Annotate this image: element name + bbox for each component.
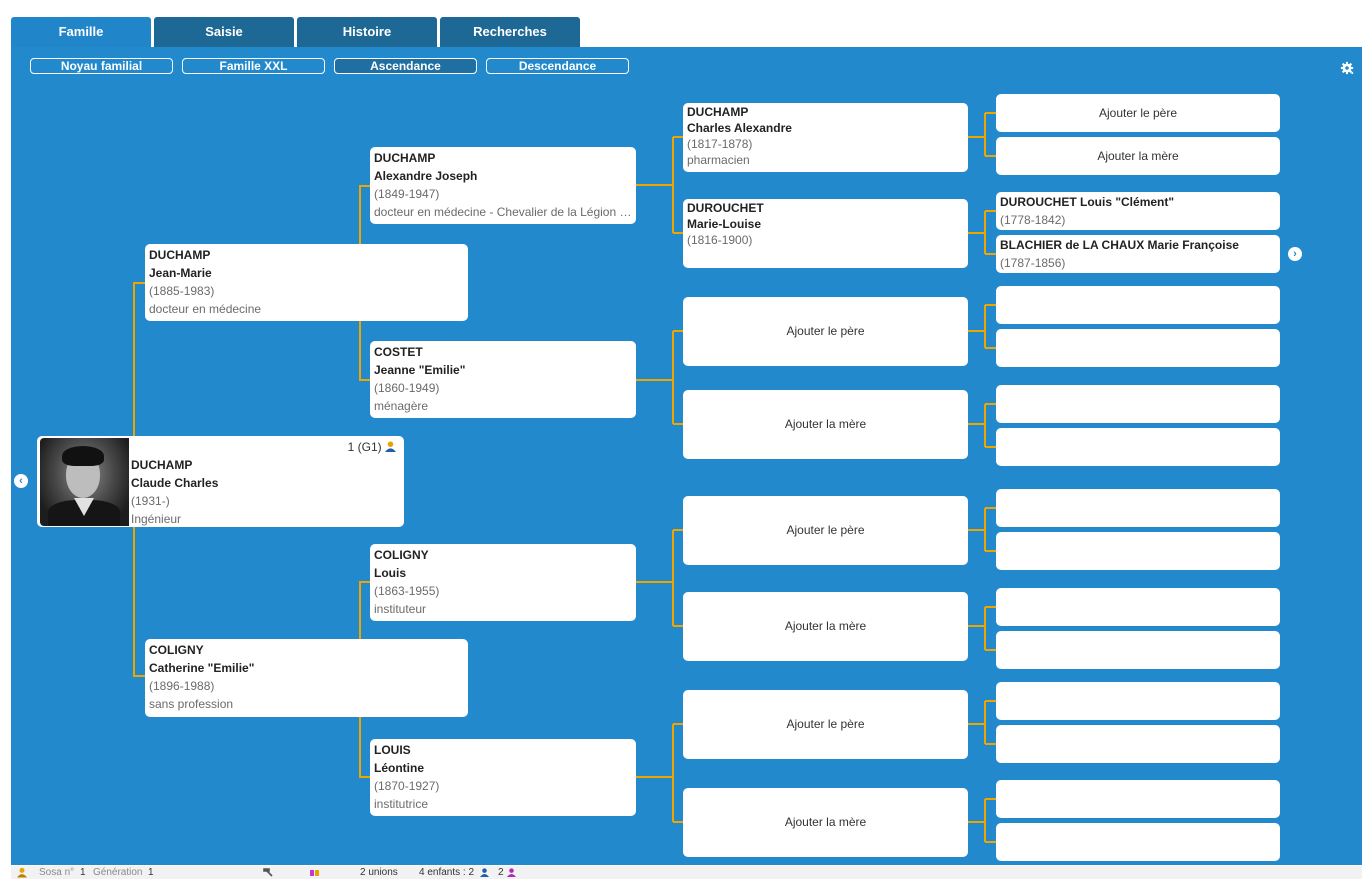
generation-value: 1 (148, 867, 154, 878)
add-father-button[interactable]: Ajouter le père (683, 690, 968, 759)
person-occupation: instituteur (374, 602, 427, 616)
status-bar: Sosa n° 1 Génération 1 2 unions 4 enfant… (11, 866, 1362, 879)
add-father-button[interactable]: Ajouter le père (683, 496, 968, 565)
empty-ancestor-slot[interactable] (996, 588, 1280, 626)
person-card-gen4-2[interactable]: DUROUCHET Marie-Louise (1816-1900) (683, 199, 968, 268)
family-color-icon (310, 870, 319, 876)
empty-ancestor-slot[interactable] (996, 631, 1280, 669)
sosa-label: Sosa n° (39, 867, 75, 878)
daughters-count: 2 (498, 867, 504, 878)
person-dates: (1817-1878) (687, 137, 753, 151)
person-occupation: ménagère (374, 399, 429, 413)
add-mother-label: Ajouter la mère (784, 619, 867, 633)
person-occupation: Ingénieur (131, 512, 182, 526)
person-occupation: docteur en médecine (149, 302, 262, 316)
person-name: DUROUCHET Louis "Clément" (1000, 195, 1175, 209)
person-occupation: sans profession (149, 697, 234, 711)
person-dates: (1849-1947) (374, 187, 440, 201)
add-mother-button[interactable]: Ajouter la mère (683, 592, 968, 661)
person-card-maternal-grandmother[interactable]: LOUIS Léontine (1870-1927) institutrice (370, 739, 636, 816)
person-given-name: Claude Charles (131, 476, 219, 490)
person-card-gen4-1[interactable]: DUCHAMP Charles Alexandre (1817-1878) ph… (683, 103, 968, 172)
empty-ancestor-slot[interactable] (996, 532, 1280, 570)
scroll-left-icon[interactable]: ‹ (14, 474, 28, 488)
female-icon (507, 868, 516, 877)
person-given-name: Jeanne "Emilie" (374, 363, 466, 377)
unions-count: 2 unions (360, 867, 398, 878)
empty-ancestor-slot[interactable] (996, 286, 1280, 324)
person-card-mother[interactable]: COLIGNY Catherine "Emilie" (1896-1988) s… (145, 639, 468, 717)
add-father-label: Ajouter le père (786, 324, 865, 338)
sosa-value: 1 (80, 867, 86, 878)
person-surname: COLIGNY (149, 643, 204, 657)
add-mother-label: Ajouter la mère (784, 417, 867, 431)
sosa-badge: 1 (G1) (348, 438, 396, 456)
app-root: { "tabs": [ {"label": "Famille", "active… (0, 0, 1362, 879)
person-card-paternal-grandmother[interactable]: COSTET Jeanne "Emilie" (1860-1949) ménag… (370, 341, 636, 418)
person-given-name: Charles Alexandre (687, 121, 792, 135)
person-given-name: Louis (374, 566, 406, 580)
person-card-maternal-grandfather[interactable]: COLIGNY Louis (1863-1955) instituteur (370, 544, 636, 621)
empty-ancestor-slot[interactable] (996, 682, 1280, 720)
empty-ancestor-slot[interactable] (996, 329, 1280, 367)
person-surname: COLIGNY (374, 548, 429, 562)
person-surname: DUCHAMP (131, 458, 193, 472)
empty-ancestor-slot[interactable] (996, 428, 1280, 466)
person-name: BLACHIER de LA CHAUX Marie Françoise (1000, 238, 1239, 252)
person-icon (385, 441, 396, 452)
person-occupation: institutrice (374, 797, 429, 811)
person-dates: (1778-1842) (1000, 213, 1066, 227)
add-father-label: Ajouter le père (1098, 106, 1178, 120)
person-dates: (1870-1927) (374, 779, 440, 793)
add-mother-label: Ajouter la mère (784, 815, 867, 829)
empty-ancestor-slot[interactable] (996, 823, 1280, 861)
person-dates: (1863-1955) (374, 584, 440, 598)
person-surname: DUCHAMP (687, 105, 749, 119)
add-father-label: Ajouter le père (786, 523, 865, 537)
add-mother-button[interactable]: Ajouter la mère (683, 788, 968, 857)
person-card-father[interactable]: DUCHAMP Jean-Marie (1885-1983) docteur e… (145, 244, 468, 321)
person-dates: (1860-1949) (374, 381, 440, 395)
generation-label: Génération (93, 867, 143, 878)
add-mother-label: Ajouter la mère (1097, 149, 1179, 163)
person-card-gen5-2[interactable]: BLACHIER de LA CHAUX Marie Françoise (17… (996, 235, 1280, 273)
person-dates: (1896-1988) (149, 679, 215, 693)
empty-ancestor-slot[interactable] (996, 489, 1280, 527)
add-father-label: Ajouter le père (786, 717, 865, 731)
male-icon (480, 868, 489, 877)
sosa-number: 1 (G1) (347, 440, 382, 454)
person-surname: LOUIS (374, 743, 411, 757)
add-mother-button[interactable]: Ajouter la mère (683, 390, 968, 459)
scroll-right-icon[interactable]: › (1288, 247, 1302, 261)
children-count: 4 enfants : 2 (419, 867, 475, 878)
empty-ancestor-slot[interactable] (996, 385, 1280, 423)
empty-ancestor-slot[interactable] (996, 780, 1280, 818)
add-mother-button[interactable]: Ajouter la mère (996, 137, 1280, 175)
person-photo (40, 438, 129, 526)
person-given-name: Marie-Louise (687, 217, 762, 231)
person-dates: (1787-1856) (1000, 256, 1066, 270)
person-surname: COSTET (374, 345, 423, 359)
person-dates: (1816-1900) (687, 233, 753, 247)
person-occupation: pharmacien (687, 153, 750, 167)
add-father-button[interactable]: Ajouter le père (996, 94, 1280, 132)
person-occupation: docteur en médecine - Chevalier de la Lé… (374, 205, 636, 219)
person-dates: (1931-) (131, 494, 170, 508)
person-given-name: Léontine (374, 761, 424, 775)
person-dates: (1885-1983) (149, 284, 215, 298)
person-card-paternal-grandfather[interactable]: DUCHAMP Alexandre Joseph (1849-1947) doc… (370, 147, 636, 224)
person-given-name: Catherine "Emilie" (149, 661, 255, 675)
empty-ancestor-slot[interactable] (996, 725, 1280, 763)
person-icon (17, 867, 27, 878)
person-card-gen5-1[interactable]: DUROUCHET Louis "Clément" (1778-1842) (996, 192, 1280, 230)
person-surname: DUCHAMP (374, 151, 436, 165)
hammer-icon[interactable] (263, 867, 273, 877)
person-surname: DUCHAMP (149, 248, 211, 262)
add-father-button[interactable]: Ajouter le père (683, 297, 968, 366)
person-given-name: Jean-Marie (149, 266, 212, 280)
person-given-name: Alexandre Joseph (374, 169, 478, 183)
person-surname: DUROUCHET (687, 201, 764, 215)
